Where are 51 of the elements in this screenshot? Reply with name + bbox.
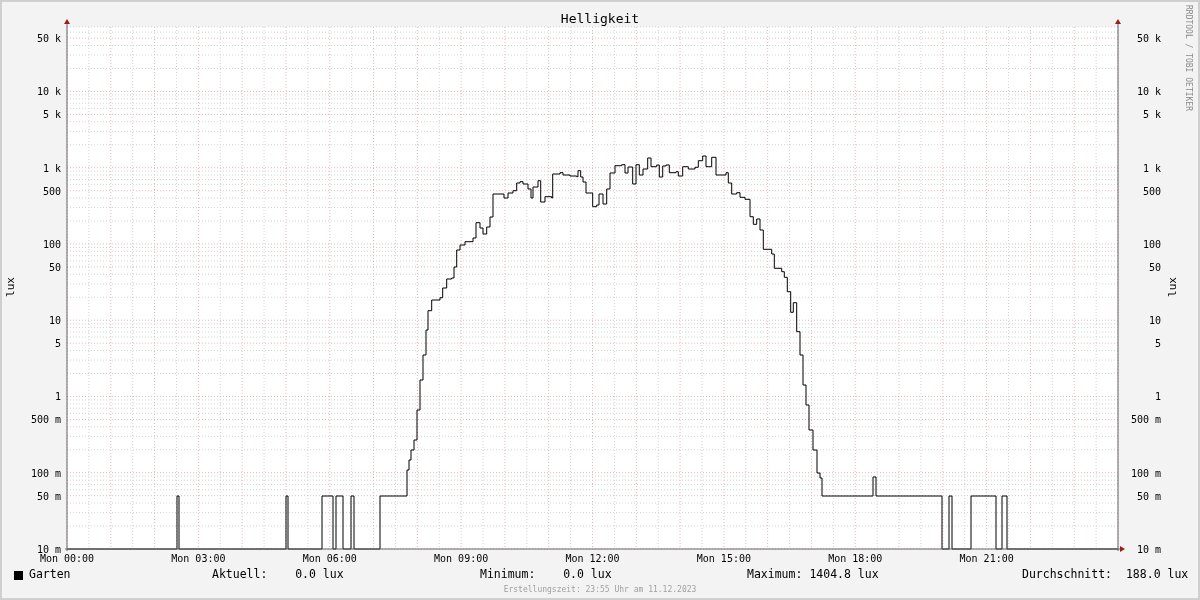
tick-label: 10 m xyxy=(36,544,61,555)
tick-label: 1 k xyxy=(42,162,61,174)
tick-label: 500 xyxy=(42,185,61,197)
tick-label: 10 xyxy=(1148,315,1161,327)
chart-title: Helligkeit xyxy=(560,11,640,26)
tick-label: 5 k xyxy=(42,109,61,121)
tick-label: 50 k xyxy=(36,33,61,45)
tick-label: 100 m xyxy=(30,467,61,479)
tick-label: 50 m xyxy=(1136,490,1161,502)
tick-label: 10 k xyxy=(1136,86,1161,98)
tick-label: 100 xyxy=(42,238,61,250)
stat-value: 0.0 lux xyxy=(294,566,344,584)
tick-label: 500 m xyxy=(1130,414,1161,426)
tick-label: 50 xyxy=(1148,261,1161,273)
tick-label: 50 xyxy=(48,261,61,273)
stat-value: 188.0 lux xyxy=(1124,566,1189,584)
tick-label: Mon 21:00 xyxy=(959,553,1014,564)
tick-label: 5 xyxy=(54,338,61,350)
tick-label: 5 k xyxy=(1142,109,1161,121)
tick-label: 100 m xyxy=(1130,467,1161,479)
axis-label: lux xyxy=(1166,277,1179,297)
tick-label: Mon 06:00 xyxy=(302,553,357,564)
stat-label: Maximum: xyxy=(747,566,803,584)
stat-label: Aktuell: xyxy=(212,566,268,584)
stat-label: Minimum: xyxy=(480,566,536,584)
stat-value: 1404.8 lux xyxy=(809,566,879,584)
tick-label: Mon 12:00 xyxy=(565,553,620,564)
stat-label: Durchschnitt: xyxy=(1022,566,1112,584)
tick-label: 50 k xyxy=(1136,33,1161,45)
tick-label: 10 m xyxy=(1136,544,1161,555)
tick-label: 50 m xyxy=(36,490,61,502)
footer-text: Erstellungszeit: 23:55 Uhr am 11.12.2023 xyxy=(503,584,697,596)
tick-label: 500 xyxy=(1142,185,1161,197)
tick-label: 1 k xyxy=(1142,162,1161,174)
tick-label: 1 xyxy=(1154,391,1161,403)
tick-label: 100 xyxy=(1142,238,1161,250)
tick-label: Mon 15:00 xyxy=(696,553,751,564)
tick-label: 10 k xyxy=(36,86,61,98)
tick-label: Mon 03:00 xyxy=(171,553,226,564)
tick-label: 500 m xyxy=(30,414,61,426)
legend-swatch xyxy=(14,570,23,580)
stat-value: 0.0 lux xyxy=(562,566,612,584)
tick-label: Mon 18:00 xyxy=(828,553,883,564)
axis-label: lux xyxy=(4,277,17,297)
tick-label: 1 xyxy=(54,391,61,403)
legend-label: Garten xyxy=(29,566,71,584)
tick-label: Mon 09:00 xyxy=(434,553,489,564)
tick-label: 5 xyxy=(1154,338,1161,350)
tick-label: Mon 00:00 xyxy=(39,553,95,564)
credit-text: RRDTOOL / TOBI OETIKER xyxy=(1184,5,1193,111)
tick-label: 10 xyxy=(48,315,61,327)
